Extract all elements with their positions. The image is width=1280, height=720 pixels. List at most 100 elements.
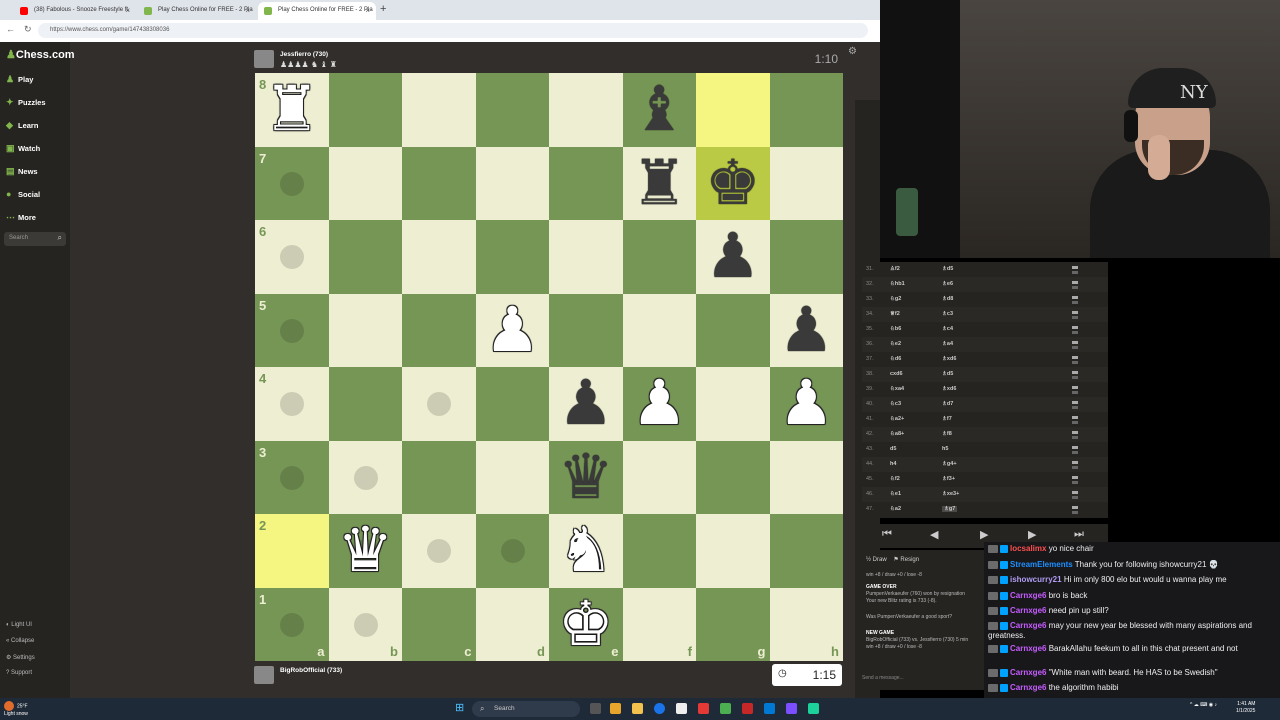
first-move-button[interactable]: ⏮ [882, 528, 892, 541]
square-f1[interactable]: f [622, 587, 696, 661]
square-g5[interactable] [696, 293, 770, 367]
new-tab-button[interactable]: + [380, 3, 386, 15]
chat-username[interactable]: locsalimx [1010, 544, 1046, 553]
previous-move-button[interactable]: ◀ [930, 528, 938, 541]
close-icon[interactable]: × [245, 6, 250, 15]
black-move[interactable]: ♗d5 [942, 266, 953, 272]
white-move[interactable]: ♘e1 [890, 491, 901, 497]
square-e7[interactable] [549, 146, 623, 220]
square-f5[interactable] [622, 293, 696, 367]
square-a8[interactable]: 8 ♜ [255, 72, 329, 147]
black-move[interactable]: ♗g7 [942, 506, 958, 512]
chess-board[interactable]: 8 ♜ ♝ 7 ♜ ♚ 6 ♟ 5 ♟ ♟ 4 ♟ ♟ ♟ 3 ♛ 2 ♛ ♞ 1 a b c d e ♚ f g h [255, 72, 843, 661]
black-move[interactable]: ♗f7 [942, 416, 952, 422]
white-move[interactable]: ♘e2 [890, 341, 901, 347]
legal-move-dot[interactable] [427, 539, 451, 563]
sidebar-item-news[interactable]: ▤ News [6, 166, 38, 177]
white-piece-b2[interactable]: ♛ [329, 510, 403, 586]
square-b5[interactable] [328, 293, 402, 367]
black-piece-g7[interactable]: ♚ [696, 143, 770, 219]
search-icon[interactable]: ⌕ [58, 233, 62, 243]
new-game-players[interactable]: BigRobOfficial (733) vs. Jessfierro (730… [866, 637, 968, 643]
square-c3[interactable] [402, 440, 476, 514]
black-move[interactable]: ♗c3 [942, 311, 953, 317]
black-move[interactable]: ♗e6 [942, 281, 953, 287]
white-move[interactable]: ♘xa4 [890, 386, 904, 392]
black-move[interactable]: h5 [942, 446, 948, 452]
legal-move-dot[interactable] [280, 392, 304, 416]
square-b1[interactable]: b [328, 587, 402, 661]
square-c5[interactable] [402, 293, 476, 367]
square-e5[interactable] [549, 293, 623, 367]
legal-move-dot[interactable] [427, 392, 451, 416]
url-field[interactable]: https://www.chess.com/game/147438308036 [38, 23, 868, 38]
square-c2[interactable] [402, 514, 476, 588]
square-f4[interactable]: ♟ [622, 366, 696, 441]
task-view-icon[interactable] [590, 703, 601, 714]
square-g1[interactable]: g [696, 587, 770, 661]
square-a1[interactable]: 1a [255, 587, 329, 661]
legal-move-dot[interactable] [353, 465, 378, 490]
white-move[interactable]: ♘c3 [890, 401, 901, 407]
collapse-button[interactable]: « Collapse [6, 638, 34, 644]
black-move[interactable]: ♗d7 [942, 401, 953, 407]
settings-button[interactable]: ⚙ Settings [6, 654, 35, 661]
chat-username[interactable]: Carnxge6 [1010, 644, 1046, 653]
white-piece-e2[interactable]: ♞ [549, 510, 623, 586]
chat-username[interactable]: ishowcurry21 [1010, 575, 1062, 584]
square-c6[interactable] [402, 220, 476, 294]
resign-button[interactable]: ⚑ Resign [893, 557, 919, 563]
square-h5[interactable]: ♟ [769, 293, 843, 367]
light-ui-button[interactable]: ◐ Light UI [6, 622, 32, 628]
square-a2[interactable]: 2 [255, 514, 329, 588]
black-piece-h5[interactable]: ♟ [770, 290, 844, 366]
taskbar-search[interactable]: ⌕ Search [472, 701, 580, 717]
draw-button[interactable]: ½ Draw [866, 557, 887, 563]
square-g6[interactable]: ♟ [696, 219, 770, 294]
chess-logo[interactable]: ♟Chess.com [6, 48, 75, 61]
black-move[interactable]: ♗c4 [942, 326, 953, 332]
square-e2[interactable]: ♞ [549, 513, 623, 588]
square-f2[interactable] [622, 514, 696, 588]
app-icon[interactable] [698, 703, 709, 714]
black-move[interactable]: ♗xd6 [942, 386, 956, 392]
reload-icon[interactable]: ↻ [24, 24, 32, 35]
legal-move-dot[interactable] [280, 465, 304, 490]
app-icon[interactable] [742, 703, 753, 714]
sidebar-item-play[interactable]: ♟ Play [6, 74, 33, 85]
sidebar-search-input[interactable]: Search ⌕ [4, 232, 66, 246]
square-b3[interactable] [328, 440, 402, 514]
black-piece-f8[interactable]: ♝ [623, 69, 697, 145]
square-a3[interactable]: 3 [255, 440, 329, 514]
play-button[interactable]: ▶ [980, 528, 988, 541]
square-g2[interactable] [696, 514, 770, 588]
white-move[interactable]: ♘a2+ [890, 416, 904, 422]
legal-move-dot[interactable] [280, 245, 304, 269]
white-move[interactable]: ♙f2 [890, 266, 900, 272]
last-move-button[interactable]: ⏭ [1074, 528, 1084, 541]
legal-move-dot[interactable] [353, 612, 378, 637]
square-f3[interactable] [622, 440, 696, 514]
square-h7[interactable] [769, 146, 843, 220]
legal-move-dot[interactable] [280, 171, 304, 196]
black-move[interactable]: ♗a4 [942, 341, 953, 347]
support-button[interactable]: ? Support [6, 670, 32, 676]
player-name[interactable]: Jessfierro (730) [280, 51, 328, 58]
browser-tab-youtube[interactable]: (38) Fabolous - Snooze Freestyle ft. × [14, 2, 136, 20]
white-piece-f4[interactable]: ♟ [623, 363, 697, 439]
square-d7[interactable] [475, 146, 549, 220]
app-icon[interactable] [676, 703, 687, 714]
square-d2[interactable] [475, 514, 549, 588]
square-c4[interactable] [402, 367, 476, 441]
square-h1[interactable]: h [769, 587, 843, 661]
taskbar-clock[interactable]: 1:41 AM 1/1/2025 [1236, 701, 1255, 715]
square-d5[interactable]: ♟ [475, 293, 549, 367]
black-piece-g6[interactable]: ♟ [696, 216, 770, 292]
square-c1[interactable]: c [402, 587, 476, 661]
edge-icon[interactable] [654, 703, 665, 714]
square-a4[interactable]: 4 [255, 367, 329, 441]
square-d6[interactable] [475, 220, 549, 294]
square-d1[interactable]: d [475, 587, 549, 661]
square-h3[interactable] [769, 440, 843, 514]
black-move[interactable]: ♗f3+ [942, 476, 955, 482]
